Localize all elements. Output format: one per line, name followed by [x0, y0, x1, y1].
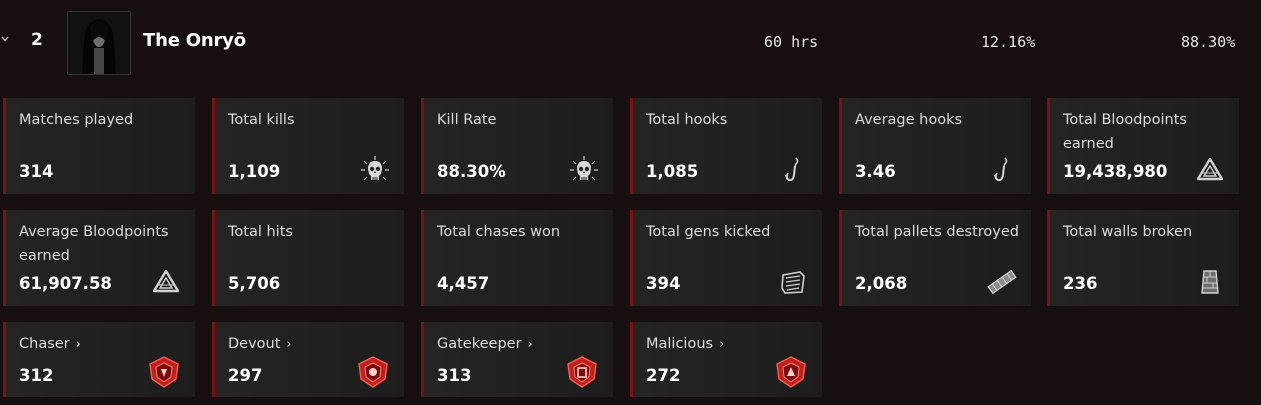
- achievement-label[interactable]: Devout ›: [228, 332, 400, 357]
- stat-card-total-bloodpoints: Total Bloodpoints earned 19,438,980: [1047, 98, 1239, 194]
- stat-card-kill-rate: Kill Rate 88.30%: [421, 98, 613, 194]
- hook-icon: [993, 157, 1008, 182]
- stat-label: Total gens kicked: [646, 224, 771, 240]
- chevron-right-icon: ›: [286, 337, 292, 352]
- achievement-card-chaser[interactable]: Chaser › 312: [3, 322, 195, 397]
- stat-value: 5,706: [228, 274, 281, 293]
- stat-card-total-chases-won: Total chases won 4,457: [421, 210, 613, 306]
- killer-row-header[interactable]: 2 The Onryō 60 hrs 12.16% 88.30%: [0, 0, 1261, 86]
- stat-value: 61,907.58: [19, 274, 112, 293]
- stat-card-matches-played: Matches played 314: [3, 98, 195, 194]
- stat-value: 1,085: [646, 162, 699, 181]
- gatekeeper-emblem-icon: [567, 356, 597, 388]
- stat-label: Average Bloodpoints earned: [19, 224, 169, 264]
- skull-icon: [361, 156, 389, 181]
- stat-value: 19,438,980: [1063, 162, 1168, 181]
- hours-played: 60 hrs: [764, 33, 819, 51]
- wall-icon: [1201, 270, 1219, 294]
- stat-card-average-hooks: Average hooks 3.46: [839, 98, 1031, 194]
- pick-rate: 12.16%: [981, 33, 1036, 51]
- stat-label: Average hooks: [855, 112, 963, 128]
- achievement-label[interactable]: Malicious ›: [646, 332, 818, 357]
- achievement-value: 313: [437, 366, 472, 385]
- stat-card-total-gens-kicked: Total gens kicked 394: [630, 210, 822, 306]
- chevron-right-icon: ›: [719, 337, 725, 352]
- chevron-right-icon: ›: [75, 337, 81, 352]
- achievement-card-gatekeeper[interactable]: Gatekeeper › 313: [421, 322, 613, 397]
- stat-label: Total hooks: [646, 112, 728, 128]
- stat-label: Total kills: [228, 112, 295, 128]
- chevron-right-icon: ›: [527, 337, 533, 352]
- rank-number: 2: [31, 30, 43, 50]
- hook-icon: [784, 157, 799, 182]
- stat-value: 394: [646, 274, 681, 293]
- chevron-down-icon[interactable]: [0, 34, 10, 44]
- stat-value: 88.30%: [437, 162, 506, 181]
- stat-value: 3.46: [855, 162, 896, 181]
- killer-portrait: [67, 11, 131, 75]
- achievement-value: 297: [228, 366, 263, 385]
- bloodpoints-icon: [152, 269, 180, 293]
- stat-label: Total chases won: [437, 224, 561, 240]
- achievement-card-devout[interactable]: Devout › 297: [212, 322, 404, 397]
- stat-label: Total pallets destroyed: [855, 224, 1019, 240]
- stat-label: Total Bloodpoints earned: [1063, 112, 1187, 152]
- devout-emblem-icon: [358, 356, 388, 388]
- killer-name: The Onryō: [143, 30, 246, 51]
- stat-card-average-bloodpoints: Average Bloodpoints earned 61,907.58: [3, 210, 195, 306]
- pallet-icon: [987, 269, 1017, 295]
- stat-value: 2,068: [855, 274, 908, 293]
- stat-card-total-hits: Total hits 5,706: [212, 210, 404, 306]
- achievement-label[interactable]: Gatekeeper ›: [437, 332, 609, 357]
- stat-label: Matches played: [19, 112, 134, 128]
- stat-value: 1,109: [228, 162, 281, 181]
- stat-value: 314: [19, 162, 54, 181]
- stat-card-total-kills: Total kills 1,109: [212, 98, 404, 194]
- stat-value: 236: [1063, 274, 1098, 293]
- malicious-emblem-icon: [776, 356, 806, 388]
- stat-card-total-walls-broken: Total walls broken 236: [1047, 210, 1239, 306]
- skull-icon: [570, 156, 598, 181]
- bloodpoints-icon: [1196, 157, 1224, 181]
- stat-label: Kill Rate: [437, 112, 497, 128]
- stat-card-total-hooks: Total hooks 1,085: [630, 98, 822, 194]
- stat-card-total-pallets-destroyed: Total pallets destroyed 2,068: [839, 210, 1031, 306]
- stat-label: Total walls broken: [1063, 224, 1193, 240]
- generator-icon: [781, 271, 805, 294]
- achievement-value: 272: [646, 366, 681, 385]
- achievement-value: 312: [19, 366, 54, 385]
- achievement-label[interactable]: Chaser ›: [19, 332, 191, 357]
- kill-rate-header: 88.30%: [1181, 33, 1236, 51]
- chaser-emblem-icon: [149, 356, 179, 388]
- achievement-card-malicious[interactable]: Malicious › 272: [630, 322, 822, 397]
- stat-label: Total hits: [228, 224, 293, 240]
- stat-value: 4,457: [437, 274, 490, 293]
